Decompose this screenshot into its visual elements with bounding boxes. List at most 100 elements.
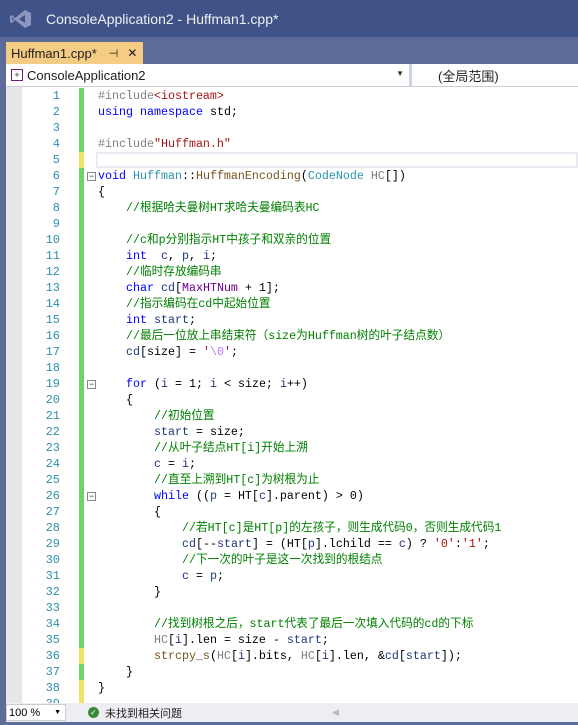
code-text: }	[98, 680, 105, 696]
check-circle-icon: ✓	[88, 707, 99, 718]
code-line[interactable]: 22 start = size;	[6, 424, 578, 440]
change-indicator	[79, 344, 84, 360]
tab-label: Huffman1.cpp*	[11, 45, 97, 61]
code-line[interactable]: 12 //临时存放编码串	[6, 264, 578, 280]
chevron-down-icon: ▼	[54, 709, 61, 716]
line-number: 20	[45, 393, 60, 407]
code-line[interactable]: 30 //下一次的叶子是这一次找到的根结点	[6, 552, 578, 568]
change-indicator	[79, 472, 84, 488]
code-token: HC	[300, 649, 315, 663]
code-token: }	[98, 665, 133, 679]
code-line[interactable]: 36 strcpy_s(HC[i].bits, HC[i].len, &cd[s…	[6, 648, 578, 664]
line-number: 8	[52, 201, 60, 215]
code-token: ) ?	[405, 537, 434, 551]
code-line[interactable]: 32 }	[6, 584, 578, 600]
code-token: {	[98, 185, 105, 199]
code-line[interactable]: 2 using namespace std;	[6, 104, 578, 120]
code-line[interactable]: 23 //从叶子结点HT[i]开始上溯	[6, 440, 578, 456]
code-line[interactable]: 9	[6, 216, 578, 232]
code-token: #include	[98, 89, 154, 103]
navigation-bar: + ConsoleApplication2 ▼ (全局范围)	[6, 64, 578, 87]
code-token: < size;	[216, 377, 280, 391]
line-number: 23	[45, 441, 60, 455]
code-token: //找到树根之后，start代表了最后一次填入代码的cd的下标	[153, 617, 474, 631]
change-indicator	[79, 296, 84, 312]
code-line[interactable]: 5	[6, 152, 578, 168]
line-number: 33	[45, 601, 60, 615]
code-token: [	[174, 281, 182, 295]
issues-indicator[interactable]: ✓ 未找到相关问题	[88, 705, 182, 721]
code-line[interactable]: 38}	[6, 680, 578, 696]
code-line[interactable]: 15 int start;	[6, 312, 578, 328]
close-icon[interactable]: ✕	[127, 46, 137, 60]
scope-dropdown[interactable]: (全局范围)	[412, 64, 578, 86]
code-line[interactable]: 8 //根据哈夫曼树HT求哈夫曼编码表HC	[6, 200, 578, 216]
code-line[interactable]: 29 cd[--start] = (HT[p].lchild == c) ? '…	[6, 536, 578, 552]
code-token: (	[146, 377, 161, 391]
code-line[interactable]: 4 #include"Huffman.h"	[6, 136, 578, 152]
code-text: HC[i].len = size - start;	[98, 632, 329, 648]
code-line[interactable]: 1 #include<iostream>	[6, 88, 578, 104]
code-token: start	[153, 313, 189, 327]
line-number: 27	[45, 505, 60, 519]
code-line[interactable]: 34 //找到树根之后，start代表了最后一次填入代码的cd的下标	[6, 616, 578, 632]
pin-icon[interactable]: ⊣	[109, 47, 119, 60]
code-line[interactable]: 28 //若HT[c]是HT[p]的左孩子，则生成代码0，否则生成代码1	[6, 520, 578, 536]
code-text: c = p;	[98, 568, 224, 584]
code-line[interactable]: 10 //c和p分别指示HT中孩子和双亲的位置	[6, 232, 578, 248]
code-token: i	[209, 377, 217, 391]
code-line[interactable]: 35 HC[i].len = size - start;	[6, 632, 578, 648]
code-line[interactable]: 33	[6, 600, 578, 616]
code-line[interactable]: 20 {	[6, 392, 578, 408]
code-line[interactable]: 17 cd[size] = '\0';	[6, 344, 578, 360]
collapse-icon[interactable]: −	[87, 172, 96, 181]
code-token: [])	[384, 169, 406, 183]
code-line[interactable]: 25 //直至上溯到HT[c]为树根为止	[6, 472, 578, 488]
code-line[interactable]: 19− for (i = 1; i < size; i++)	[6, 376, 578, 392]
chevron-down-icon[interactable]: ▼	[396, 69, 404, 78]
code-editor[interactable]: 1 #include<iostream> 2 using namespace std;…	[6, 87, 578, 703]
code-line[interactable]: 27 {	[6, 504, 578, 520]
project-dropdown[interactable]: + ConsoleApplication2 ▼	[6, 64, 412, 86]
code-line[interactable]: 14 //指示编码在cd中起始位置	[6, 296, 578, 312]
code-line[interactable]: 18	[6, 360, 578, 376]
code-line[interactable]: 21 //初始位置	[6, 408, 578, 424]
code-token: //直至上溯到HT[c]为树根为止	[153, 473, 320, 487]
line-number: 25	[45, 473, 60, 487]
code-line[interactable]: 39	[6, 696, 578, 703]
code-line[interactable]: 11 int c, p, i;	[6, 248, 578, 264]
line-number: 1	[52, 89, 60, 103]
change-indicator	[79, 632, 84, 648]
collapse-icon[interactable]: −	[87, 380, 96, 389]
zoom-dropdown[interactable]: 100 % ▼	[6, 704, 66, 721]
code-token: (	[209, 649, 217, 663]
code-line[interactable]: 16 //最后一位放上串结束符（size为Huffman树的叶子结点数）	[6, 328, 578, 344]
line-number: 31	[45, 569, 60, 583]
document-tab-strip: Huffman1.cpp* ⊣ ✕	[0, 37, 578, 64]
code-text: c = i;	[98, 456, 196, 472]
code-line[interactable]: 6 − void Huffman::HuffmanEncoding(CodeNode…	[6, 168, 578, 184]
collapse-icon[interactable]: −	[87, 492, 96, 501]
code-token: i	[174, 633, 182, 647]
code-token: void	[98, 169, 126, 183]
code-text: cd[--start] = (HT[p].lchild == c) ? '0':…	[98, 536, 490, 552]
tab-huffman1-cpp[interactable]: Huffman1.cpp* ⊣ ✕	[6, 42, 143, 64]
code-token: //初始位置	[153, 409, 215, 423]
code-line[interactable]: 7{	[6, 184, 578, 200]
code-line[interactable]: 26 − while ((p = HT[c].parent) > 0)	[6, 488, 578, 504]
issues-text: 未找到相关问题	[105, 707, 182, 720]
code-line[interactable]: 13 char cd[MaxHTNum + 1];	[6, 280, 578, 296]
code-line[interactable]: 3	[6, 120, 578, 136]
code-line[interactable]: 37 }	[6, 664, 578, 680]
code-token: //c和p分别指示HT中孩子和双亲的位置	[125, 233, 332, 247]
scroll-left-icon[interactable]: ◀	[332, 707, 339, 718]
code-line[interactable]: 24 c = i;	[6, 456, 578, 472]
code-line[interactable]: 31 c = p;	[6, 568, 578, 584]
zoom-level: 100 %	[9, 706, 41, 719]
